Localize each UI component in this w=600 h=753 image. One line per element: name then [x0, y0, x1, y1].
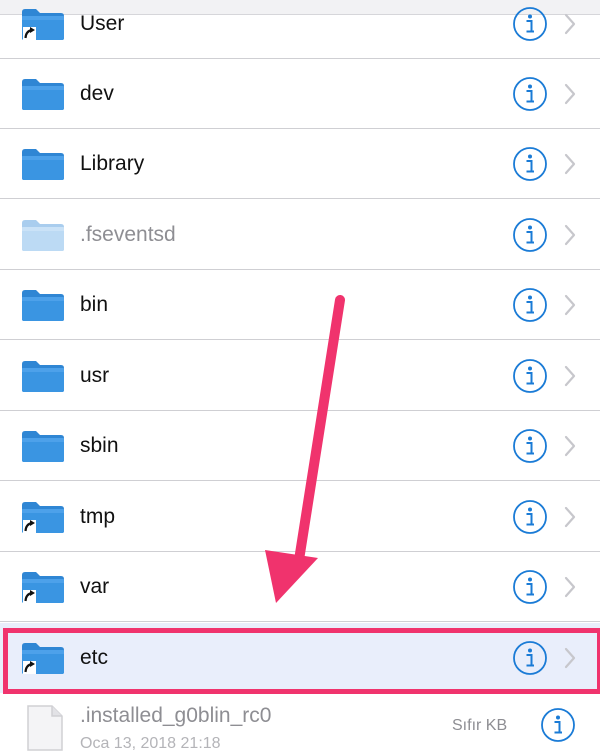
chevron-right-icon[interactable] [563, 83, 577, 105]
info-icon[interactable] [512, 287, 548, 323]
file-row[interactable]: .installed_g0blin_rc0 Oca 13, 2018 21:18… [0, 695, 600, 752]
row-divider [0, 198, 600, 199]
file-name: .installed_g0blin_rc0 [80, 704, 272, 727]
info-icon[interactable] [512, 499, 548, 535]
folder-name: .fseventsd [80, 223, 176, 246]
folder-name: dev [80, 82, 114, 105]
row-divider [0, 339, 600, 340]
folder-icon [21, 147, 65, 181]
info-icon[interactable] [512, 428, 548, 464]
folder-icon [21, 77, 65, 111]
document-icon [27, 705, 63, 751]
info-icon[interactable] [512, 76, 548, 112]
folder-row[interactable]: User [0, 0, 600, 59]
folder-name: var [80, 575, 110, 598]
info-icon[interactable] [512, 358, 548, 394]
chevron-right-icon[interactable] [563, 365, 577, 387]
folder-row[interactable]: bin [0, 270, 600, 340]
folder-icon [21, 288, 65, 322]
folder-row[interactable]: Library [0, 129, 600, 199]
folder-icon [21, 218, 65, 252]
file-date: Oca 13, 2018 21:18 [80, 735, 221, 752]
folder-alias-icon [21, 500, 65, 534]
info-icon[interactable] [512, 146, 548, 182]
chevron-right-icon[interactable] [563, 224, 577, 246]
chevron-right-icon[interactable] [563, 13, 577, 35]
folder-name: Library [80, 152, 145, 175]
folder-row[interactable]: .fseventsd [0, 200, 600, 270]
chevron-right-icon[interactable] [563, 435, 577, 457]
folder-name: usr [80, 364, 110, 387]
folder-row[interactable]: tmp [0, 482, 600, 552]
info-icon[interactable] [512, 6, 548, 42]
info-icon[interactable] [512, 569, 548, 605]
folder-alias-icon [21, 7, 65, 41]
chevron-right-icon[interactable] [563, 294, 577, 316]
folder-name: tmp [80, 505, 116, 528]
folder-name: User [80, 12, 125, 35]
chevron-right-icon[interactable] [563, 576, 577, 598]
row-divider [0, 480, 600, 481]
file-size: Sıfır KB [452, 717, 508, 734]
folder-row[interactable]: sbin [0, 411, 600, 481]
chevron-right-icon[interactable] [563, 153, 577, 175]
row-divider [0, 621, 600, 622]
folder-name: bin [80, 293, 109, 316]
folder-icon [21, 359, 65, 393]
folder-row[interactable]: var [0, 552, 600, 622]
folder-row[interactable]: dev [0, 59, 600, 129]
folder-name: sbin [80, 434, 119, 457]
folder-row[interactable]: usr [0, 341, 600, 411]
highlight-box [3, 628, 600, 694]
info-icon[interactable] [512, 217, 548, 253]
folder-alias-icon [21, 570, 65, 604]
info-icon[interactable] [540, 707, 576, 743]
folder-icon [21, 429, 65, 463]
chevron-right-icon[interactable] [563, 506, 577, 528]
